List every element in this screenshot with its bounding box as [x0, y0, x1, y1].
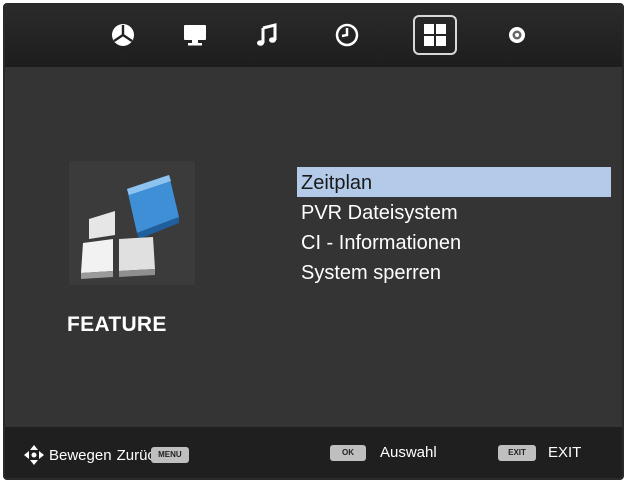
menu-item-system-sperren[interactable]: System sperren: [297, 257, 611, 287]
exit-hint: EXIT EXIT: [498, 444, 581, 461]
directional-arrows-icon: [24, 445, 44, 465]
exit-key-button[interactable]: EXIT: [498, 444, 536, 461]
gear-icon: [509, 27, 525, 43]
menu-key-button[interactable]: MENU: [150, 447, 189, 463]
tab-feature[interactable]: [413, 15, 457, 55]
monitor-icon: [184, 25, 206, 46]
tab-sound[interactable]: [245, 15, 289, 55]
menu-item-zeitplan[interactable]: Zeitplan: [297, 167, 611, 197]
move-hint: Bewegen Zurüc MENU: [23, 444, 189, 466]
feature-cube-icon: [67, 159, 207, 294]
satellite-dish-icon: [112, 24, 134, 46]
tab-time[interactable]: [325, 15, 369, 55]
clock-icon: [335, 23, 359, 47]
exit-label: EXIT: [548, 444, 582, 461]
tab-setup[interactable]: [495, 15, 539, 55]
footer-hint-bar: Bewegen Zurüc MENU OK Auswahl EXIT EXIT: [5, 427, 622, 478]
move-label: Bewegen: [49, 446, 112, 464]
feature-menu: Zeitplan PVR Dateisystem CI - Informatio…: [297, 167, 611, 287]
back-label: Zurüc: [116, 446, 155, 464]
select-label: Auswahl: [380, 444, 437, 461]
main-panel: FEATURE Zeitplan PVR Dateisystem CI - In…: [5, 67, 622, 427]
menu-item-pvr-dateisystem[interactable]: PVR Dateisystem: [297, 197, 611, 227]
select-hint: OK Auswahl: [330, 444, 437, 461]
feature-grid-icon: [424, 24, 446, 46]
tv-menu-screen: FEATURE Zeitplan PVR Dateisystem CI - In…: [3, 3, 624, 480]
music-note-icon: [257, 23, 277, 46]
ok-key-button[interactable]: OK: [330, 444, 366, 461]
section-title: FEATURE: [67, 313, 167, 336]
tab-channel[interactable]: [101, 15, 145, 55]
menu-item-ci-informationen[interactable]: CI - Informationen: [297, 227, 611, 257]
tab-picture[interactable]: [173, 15, 217, 55]
category-tab-bar: [5, 5, 622, 67]
